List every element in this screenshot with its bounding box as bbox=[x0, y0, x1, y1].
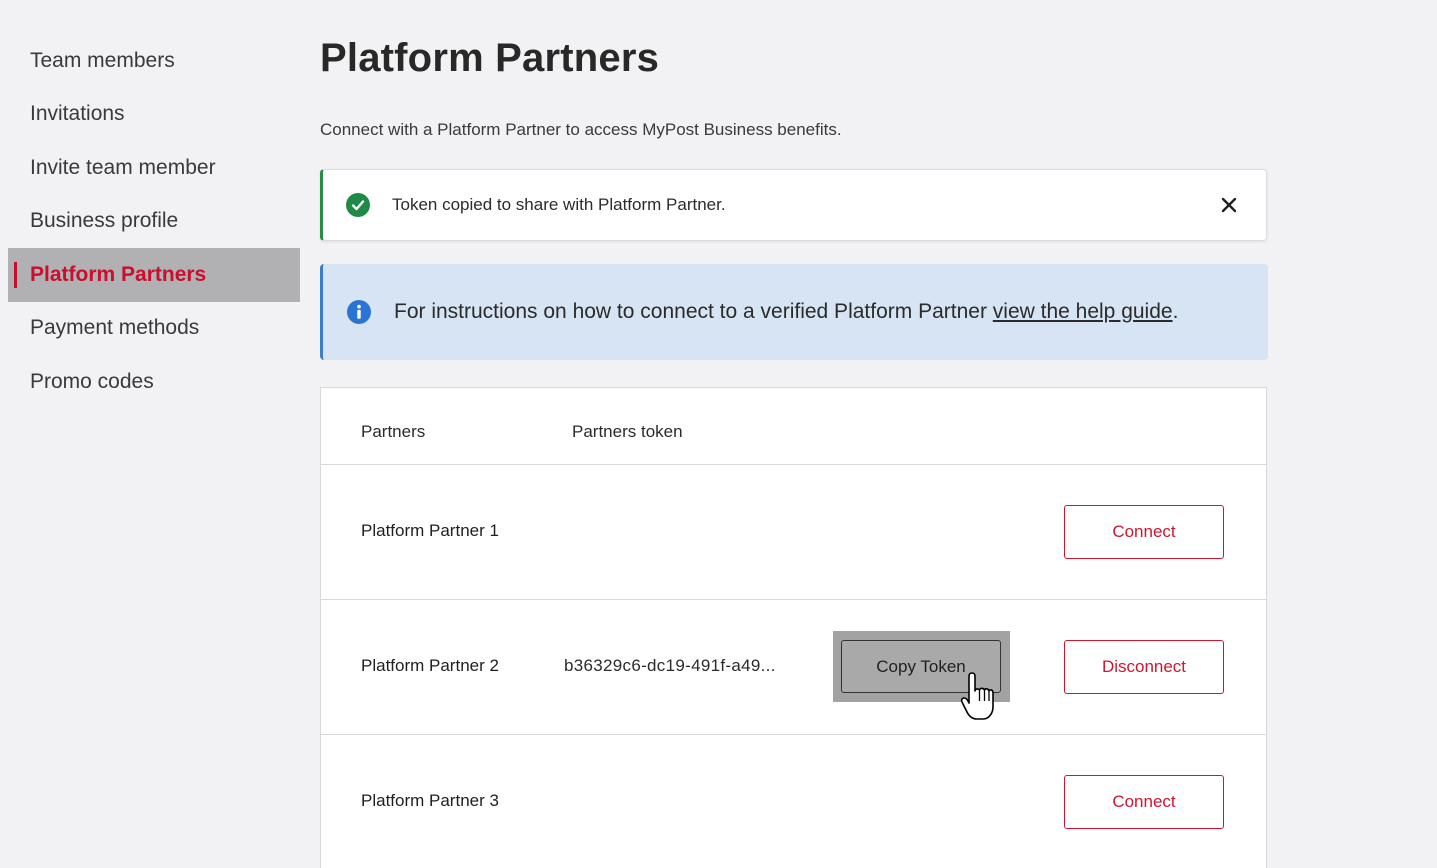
hand-cursor-icon bbox=[960, 672, 994, 720]
table-row: Platform Partner 3 Connect bbox=[321, 735, 1266, 868]
info-icon bbox=[347, 300, 371, 324]
partner-name: Platform Partner 1 bbox=[361, 521, 499, 540]
table-row: Platform Partner 1 Connect bbox=[321, 465, 1266, 600]
connect-button[interactable]: Connect bbox=[1064, 505, 1224, 559]
info-banner: For instructions on how to connect to a … bbox=[320, 264, 1268, 360]
table-header: Partners Partners token bbox=[321, 388, 1266, 465]
info-suffix: . bbox=[1172, 300, 1179, 323]
sidebar-item-invite-team-member[interactable]: Invite team member bbox=[8, 141, 300, 195]
header-partners: Partners bbox=[361, 422, 426, 441]
partner-token: b36329c6-dc19-491f-a49... bbox=[564, 656, 776, 675]
check-circle-icon bbox=[346, 193, 370, 217]
connect-button[interactable]: Connect bbox=[1064, 775, 1224, 829]
sidebar-item-business-profile[interactable]: Business profile bbox=[8, 195, 300, 249]
info-text: For instructions on how to connect to a … bbox=[394, 300, 1178, 324]
partner-name: Platform Partner 3 bbox=[361, 791, 499, 810]
partner-name: Platform Partner 2 bbox=[361, 656, 499, 675]
disconnect-button[interactable]: Disconnect bbox=[1064, 640, 1224, 694]
table-row: Platform Partner 2 b36329c6-dc19-491f-a4… bbox=[321, 600, 1266, 735]
sidebar-item-team-members[interactable]: Team members bbox=[8, 34, 300, 88]
toast-message: Token copied to share with Platform Part… bbox=[392, 195, 726, 214]
settings-sidebar: Team members Invitations Invite team mem… bbox=[8, 34, 300, 409]
info-message: For instructions on how to connect to a … bbox=[394, 300, 993, 323]
sidebar-item-promo-codes[interactable]: Promo codes bbox=[8, 355, 300, 409]
success-toast: Token copied to share with Platform Part… bbox=[320, 169, 1267, 241]
sidebar-item-platform-partners[interactable]: Platform Partners bbox=[8, 248, 300, 302]
page-title: Platform Partners bbox=[320, 36, 660, 80]
copy-token-hover: Copy Token bbox=[833, 631, 1010, 720]
partners-table: Partners Partners token Platform Partner… bbox=[320, 387, 1267, 868]
sidebar-item-payment-methods[interactable]: Payment methods bbox=[8, 302, 300, 356]
close-icon[interactable] bbox=[1216, 192, 1242, 218]
help-guide-link[interactable]: view the help guide bbox=[993, 300, 1173, 323]
page-subtitle: Connect with a Platform Partner to acces… bbox=[320, 120, 842, 139]
header-partners-token: Partners token bbox=[572, 422, 683, 441]
sidebar-item-invitations[interactable]: Invitations bbox=[8, 88, 300, 142]
